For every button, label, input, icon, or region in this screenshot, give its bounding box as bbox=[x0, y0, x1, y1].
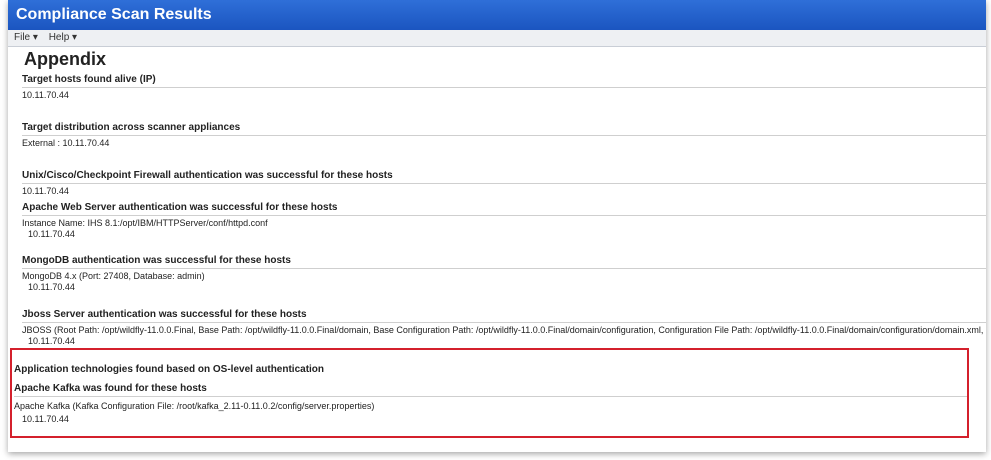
highlight-detail: Apache Kafka (Kafka Configuration File: … bbox=[14, 401, 375, 411]
section-host: 10.11.70.44 bbox=[28, 282, 75, 292]
section-apache-auth: Apache Web Server authentication was suc… bbox=[22, 202, 986, 240]
section-line: Instance Name: IHS 8.1:/opt/IBM/HTTPServ… bbox=[22, 218, 268, 228]
highlight-host: 10.11.70.44 bbox=[22, 414, 69, 424]
highlight-box: Application technologies found based on … bbox=[10, 348, 969, 438]
section-title: MongoDB authentication was successful fo… bbox=[22, 255, 986, 269]
section-line: JBOSS (Root Path: /opt/wildfly-11.0.0.Fi… bbox=[22, 325, 986, 335]
page-title: Appendix bbox=[24, 49, 107, 69]
section-line: External : 10.11.70.44 bbox=[22, 138, 110, 148]
section-title: Jboss Server authentication was successf… bbox=[22, 309, 986, 323]
section-jboss-auth: Jboss Server authentication was successf… bbox=[22, 309, 986, 347]
app-window: Compliance Scan Results File ▾ Help ▾ Ap… bbox=[8, 0, 986, 452]
section-line: 10.11.70.44 bbox=[22, 90, 69, 100]
section-line: 10.11.70.44 bbox=[22, 186, 69, 196]
window-title: Compliance Scan Results bbox=[8, 0, 986, 30]
section-unix-auth: Unix/Cisco/Checkpoint Firewall authentic… bbox=[22, 170, 986, 197]
menu-help[interactable]: Help ▾ bbox=[49, 32, 77, 43]
section-title: Unix/Cisco/Checkpoint Firewall authentic… bbox=[22, 170, 986, 184]
highlight-subtitle: Apache Kafka was found for these hosts bbox=[14, 383, 967, 397]
highlight-title: Application technologies found based on … bbox=[14, 364, 325, 375]
report-content: Appendix Target hosts found alive (IP) 1… bbox=[8, 47, 986, 452]
section-target-hosts: Target hosts found alive (IP) 10.11.70.4… bbox=[22, 74, 986, 101]
section-title: Apache Web Server authentication was suc… bbox=[22, 202, 986, 216]
section-title: Target hosts found alive (IP) bbox=[22, 74, 986, 88]
menu-file[interactable]: File ▾ bbox=[14, 32, 38, 43]
section-line: MongoDB 4.x (Port: 27408, Database: admi… bbox=[22, 271, 205, 281]
menubar: File ▾ Help ▾ bbox=[8, 30, 986, 47]
section-mongodb-auth: MongoDB authentication was successful fo… bbox=[22, 255, 986, 293]
section-distribution: Target distribution across scanner appli… bbox=[22, 122, 986, 149]
section-host: 10.11.70.44 bbox=[28, 336, 75, 346]
section-host: 10.11.70.44 bbox=[28, 229, 75, 239]
section-title: Target distribution across scanner appli… bbox=[22, 122, 986, 136]
